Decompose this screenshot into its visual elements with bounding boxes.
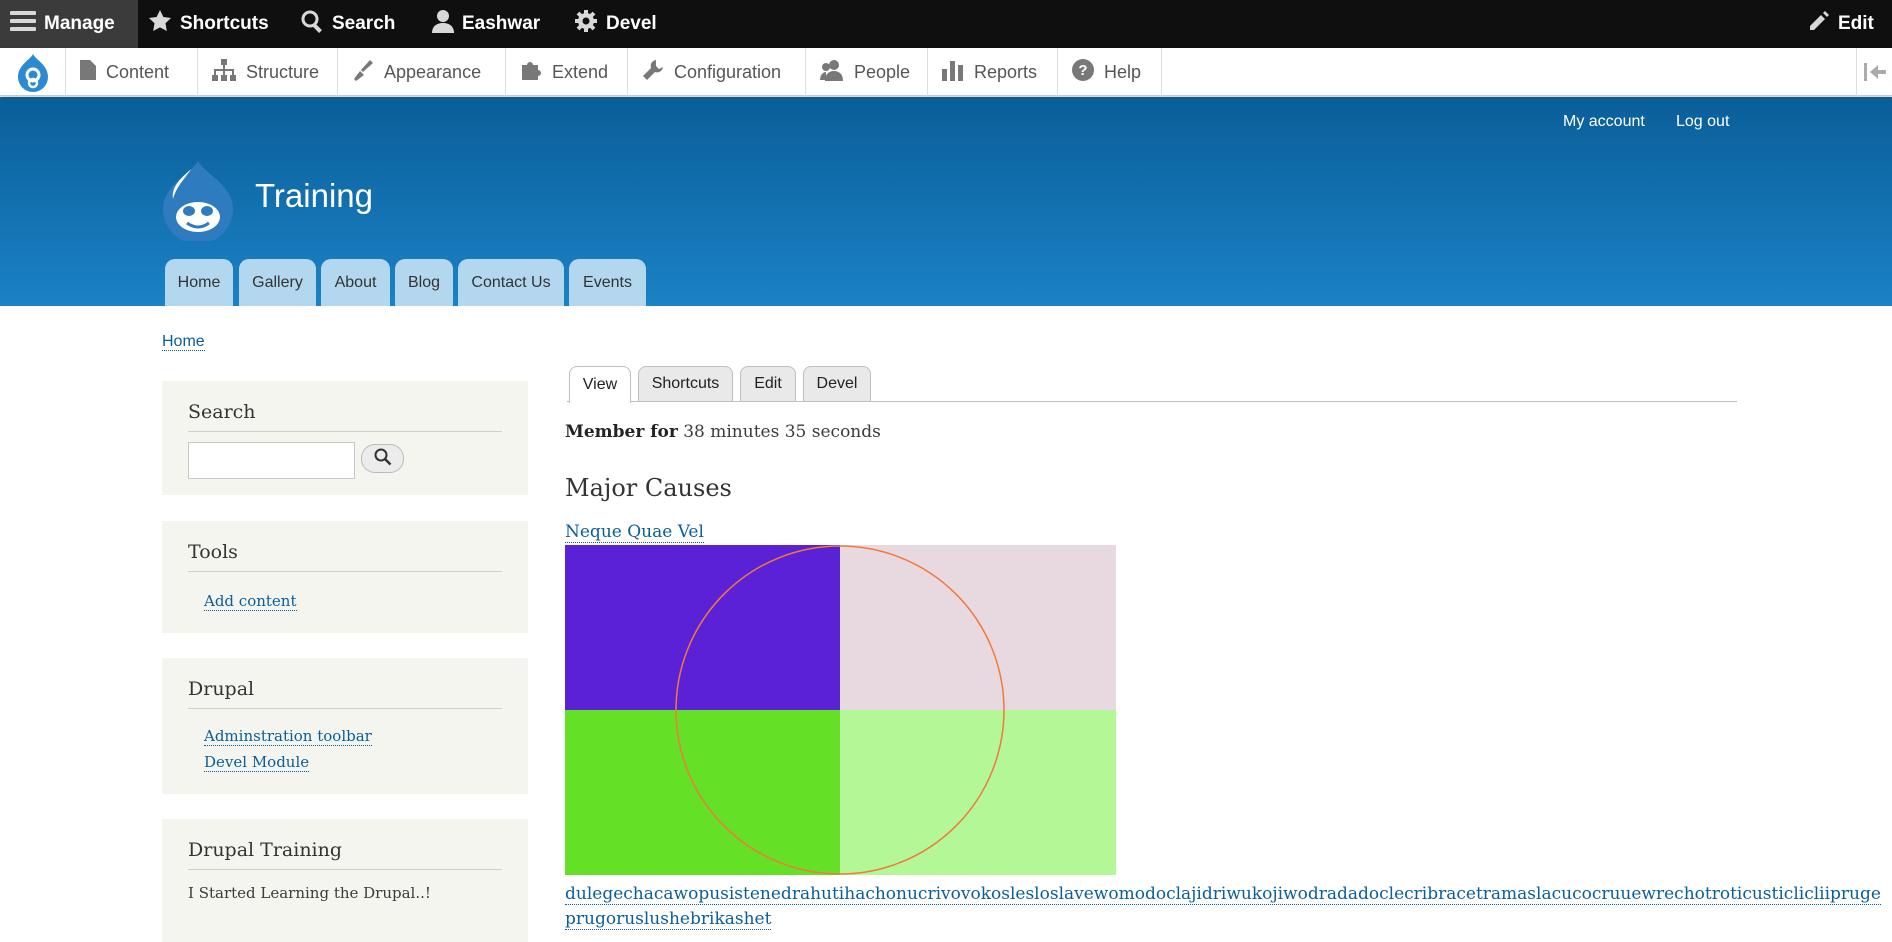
admin-tray: Content Structure Appearance Extend Conf…: [0, 48, 1892, 96]
my-account-link[interactable]: My account: [1563, 113, 1645, 131]
site-header: My account Log out Training Home Gallery…: [0, 97, 1892, 306]
breadcrumb-home[interactable]: Home: [162, 333, 205, 351]
search-icon: [374, 448, 392, 470]
drupal-training-text: I Started Learning the Drupal..!: [188, 884, 431, 902]
svg-text:?: ?: [1078, 62, 1087, 79]
devel-module-link[interactable]: Devel Module: [204, 753, 310, 772]
tray-help-label: Help: [1104, 61, 1142, 82]
pencil-icon: [1808, 10, 1830, 38]
wrench-icon: [642, 59, 664, 86]
site-name[interactable]: Training: [255, 177, 373, 215]
toggle-orientation-icon[interactable]: [1856, 48, 1892, 96]
admin-toolbar: Manage Shortcuts Search Eashwar Devel Ed…: [0, 0, 1892, 48]
tray-appearance[interactable]: Appearance: [338, 48, 506, 96]
puzzle-icon: [520, 59, 542, 86]
tools-block: Tools Add content: [162, 521, 528, 633]
tray-extend[interactable]: Extend: [506, 48, 628, 96]
nav-gallery[interactable]: Gallery: [239, 259, 316, 306]
search-input[interactable]: [188, 442, 355, 479]
tray-structure[interactable]: Structure: [198, 48, 338, 96]
drupal-training-block-title: Drupal Training: [188, 839, 502, 870]
tabs-divider: [567, 401, 1737, 402]
long-title-link-line-1[interactable]: dulegechacawopusistenedrahutihachonucriv…: [565, 884, 1881, 905]
tray-people[interactable]: People: [806, 48, 928, 96]
help-icon: ?: [1072, 58, 1094, 86]
search-block: Search: [162, 381, 528, 495]
gear-icon: [574, 9, 598, 39]
nav-about[interactable]: About: [321, 259, 390, 306]
member-for-value: 38 minutes 35 seconds: [683, 422, 881, 442]
drupal-block: Drupal Adminstration toolbar Devel Modul…: [162, 658, 528, 794]
quad-bottom-left: [565, 710, 840, 875]
tray-appearance-label: Appearance: [384, 61, 482, 82]
paintbrush-icon: [352, 59, 374, 86]
member-for: Member for 38 minutes 35 seconds: [565, 422, 881, 442]
hamburger-icon: [10, 10, 36, 38]
toolbar-manage-label: Manage: [44, 13, 115, 34]
add-content-link[interactable]: Add content: [204, 592, 297, 611]
search-button[interactable]: [361, 444, 404, 473]
search-icon: [300, 9, 324, 39]
quad-top-right: [840, 545, 1116, 710]
tray-reports-label: Reports: [974, 61, 1038, 82]
item-title-link[interactable]: Neque Quae Vel: [565, 522, 704, 543]
tab-devel[interactable]: Devel: [803, 366, 871, 401]
toolbar-shortcuts-label: Shortcuts: [180, 13, 269, 34]
toolbar-shortcuts[interactable]: Shortcuts: [148, 0, 269, 48]
nav-blog[interactable]: Blog: [395, 259, 453, 306]
tab-edit[interactable]: Edit: [740, 366, 796, 401]
artwork-image[interactable]: [565, 545, 1116, 875]
tray-configuration-label: Configuration: [674, 61, 782, 82]
nav-home[interactable]: Home: [165, 259, 233, 306]
tray-extend-label: Extend: [552, 61, 609, 82]
tray-people-label: People: [854, 61, 911, 82]
search-block-title: Search: [188, 401, 502, 432]
nav-contact-us[interactable]: Contact Us: [458, 259, 564, 306]
toolbar-search[interactable]: Search: [300, 0, 395, 48]
people-icon: [820, 59, 844, 86]
toolbar-edit-label: Edit: [1838, 13, 1874, 34]
tray-reports[interactable]: Reports: [928, 48, 1058, 96]
tools-block-title: Tools: [188, 541, 502, 572]
member-for-label: Member for: [565, 422, 678, 442]
toolbar-search-label: Search: [332, 13, 396, 34]
toolbar-devel-label: Devel: [606, 13, 657, 34]
drupal-training-block: Drupal Training I Started Learning the D…: [162, 819, 528, 942]
sitemap-icon: [212, 58, 236, 86]
drupal-block-title: Drupal: [188, 678, 502, 709]
tab-view[interactable]: View: [569, 366, 631, 403]
bar-chart-icon: [942, 59, 964, 86]
breadcrumb: Home: [162, 333, 205, 351]
star-icon: [148, 9, 172, 39]
quad-bottom-right: [840, 710, 1116, 875]
quad-top-left: [565, 545, 840, 710]
tray-content[interactable]: Content: [66, 48, 198, 96]
toolbar-manage[interactable]: Manage: [0, 0, 138, 48]
tray-help[interactable]: ? Help: [1058, 48, 1162, 96]
tab-shortcuts[interactable]: Shortcuts: [638, 366, 733, 401]
log-out-link[interactable]: Log out: [1676, 113, 1729, 131]
file-icon: [80, 59, 96, 85]
toolbar-user-label: Eashwar: [462, 13, 541, 34]
toolbar-edit[interactable]: Edit: [1808, 0, 1874, 48]
tray-structure-label: Structure: [246, 61, 320, 82]
long-title-link-line-2[interactable]: prugoruslushebrikashet: [565, 909, 772, 930]
user-icon: [432, 9, 454, 39]
site-logo[interactable]: [161, 159, 235, 246]
tray-content-label: Content: [106, 61, 170, 82]
administration-toolbar-link[interactable]: Adminstration toolbar: [204, 727, 372, 746]
tray-configuration[interactable]: Configuration: [628, 48, 806, 96]
drupal-home-icon[interactable]: [0, 48, 66, 96]
nav-events[interactable]: Events: [569, 259, 646, 306]
toolbar-user[interactable]: Eashwar: [432, 0, 540, 48]
toolbar-devel[interactable]: Devel: [574, 0, 657, 48]
section-title: Major Causes: [565, 474, 732, 502]
